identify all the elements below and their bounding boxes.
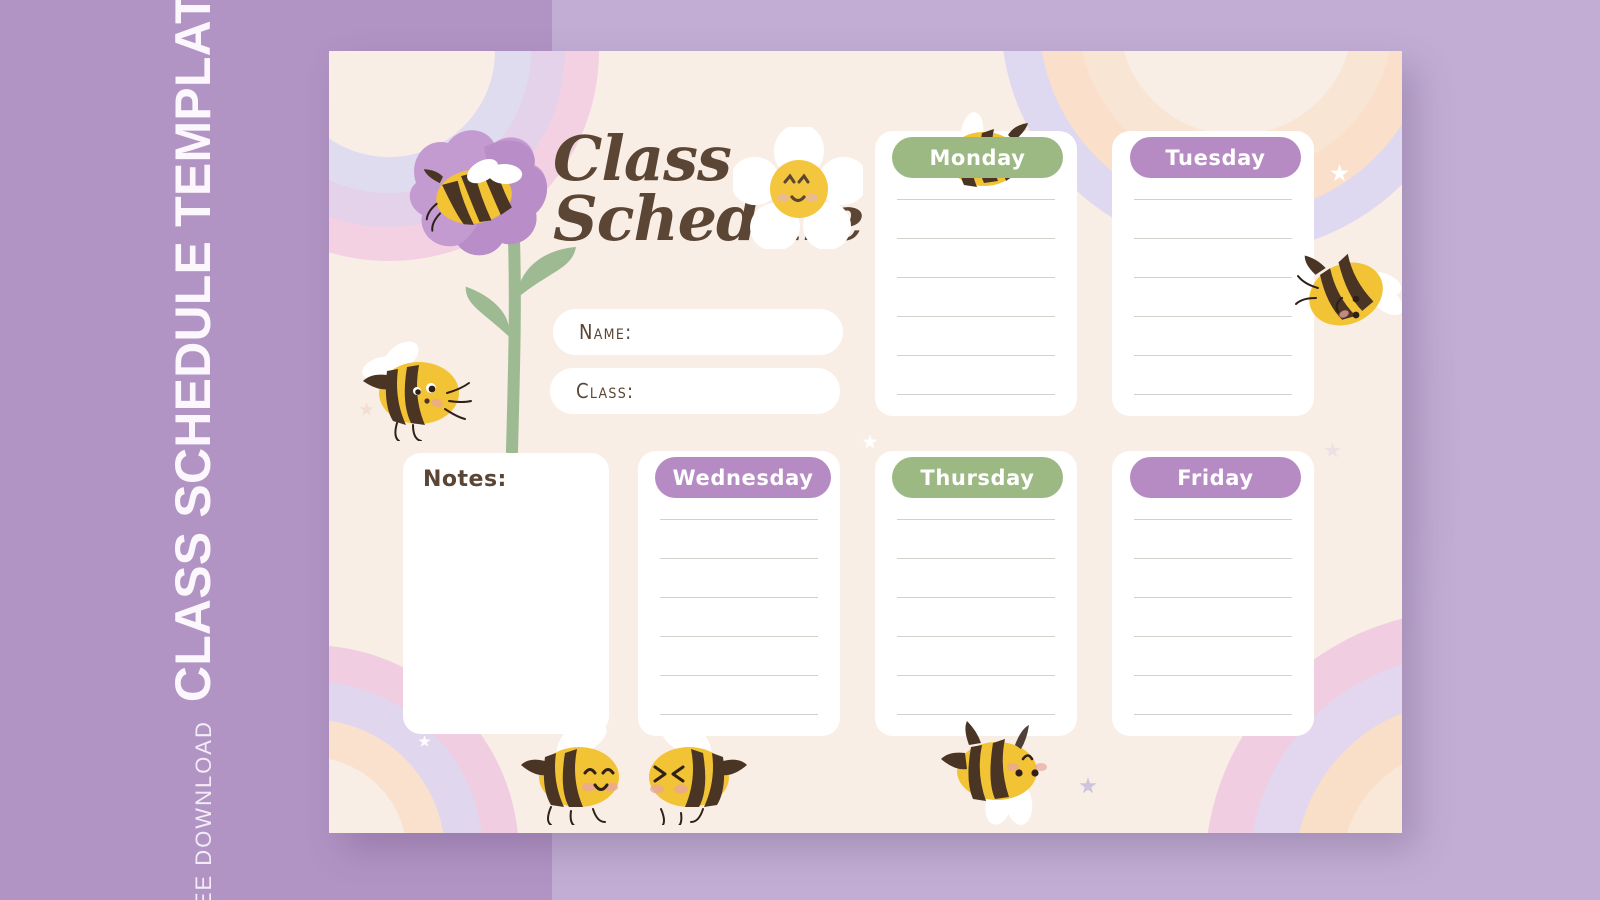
rule-line: [1134, 277, 1292, 278]
day-label-friday: Friday: [1177, 465, 1254, 490]
bee-left-icon: [362, 341, 472, 441]
rule-line: [897, 355, 1055, 356]
screenshot-root: FREE DOWNLOAD CLASS SCHEDULE TEMPLATE Cl…: [0, 0, 1600, 900]
ruled-lines-tuesday: [1134, 199, 1292, 395]
daisy-flower-icon: [733, 127, 863, 249]
name-field[interactable]: Name:: [553, 309, 843, 355]
sidebar-eyebrow: FREE DOWNLOAD: [191, 720, 216, 900]
day-header-friday[interactable]: Friday: [1130, 457, 1301, 498]
star-mid-center-icon: [862, 434, 878, 449]
rule-line: [897, 558, 1055, 559]
ruled-lines-friday: [1134, 519, 1292, 715]
star-bottom-right-icon: [1079, 777, 1097, 794]
day-label-wednesday: Wednesday: [672, 465, 814, 490]
sidebar-caption: FREE DOWNLOAD CLASS SCHEDULE TEMPLATE: [118, 0, 268, 900]
rule-line: [897, 597, 1055, 598]
class-field[interactable]: Class:: [550, 368, 840, 414]
bee-bottom-left-squint-icon: [649, 724, 747, 825]
star-bottom-left-icon: [418, 735, 431, 747]
rule-line: [897, 316, 1055, 317]
rule-line: [1134, 714, 1292, 715]
rule-line: [1134, 199, 1292, 200]
ruled-lines-thursday: [897, 519, 1055, 715]
star-top-right-icon: [1330, 164, 1349, 182]
rule-line: [897, 675, 1055, 676]
day-header-wednesday[interactable]: Wednesday: [655, 457, 831, 498]
rule-line: [1134, 394, 1292, 395]
rule-line: [660, 675, 818, 676]
class-schedule-poster: Class Schedule Monday Tuesday Wednesday …: [329, 51, 1402, 833]
star-mid-right-icon: [1324, 442, 1341, 458]
rule-line: [897, 519, 1055, 520]
bee-right-edge-icon: [1295, 253, 1402, 326]
rule-line: [1134, 316, 1292, 317]
bee-bottom-left-happy-icon: [521, 724, 619, 825]
rule-line: [897, 636, 1055, 637]
rule-line: [1134, 238, 1292, 239]
rule-line: [1134, 597, 1292, 598]
rule-line: [1134, 355, 1292, 356]
day-header-thursday[interactable]: Thursday: [892, 457, 1063, 498]
rule-line: [1134, 519, 1292, 520]
sidebar-title: CLASS SCHEDULE TEMPLATE: [165, 0, 221, 703]
day-header-monday[interactable]: Monday: [892, 137, 1063, 178]
name-field-label: Name:: [579, 320, 633, 344]
rule-line: [897, 277, 1055, 278]
notes-card[interactable]: Notes:: [403, 453, 609, 734]
class-field-label: Class:: [576, 379, 635, 403]
rule-line: [660, 636, 818, 637]
rule-line: [1134, 675, 1292, 676]
day-label-tuesday: Tuesday: [1165, 145, 1266, 170]
ruled-lines-wednesday: [660, 519, 818, 715]
rule-line: [660, 558, 818, 559]
rule-line: [1134, 636, 1292, 637]
rule-line: [1134, 558, 1292, 559]
bee-bottom-center-icon: [941, 721, 1047, 825]
rule-line: [897, 238, 1055, 239]
rule-line: [897, 199, 1055, 200]
notes-label: Notes:: [423, 467, 507, 492]
rule-line: [660, 597, 818, 598]
day-label-monday: Monday: [929, 145, 1026, 170]
day-label-thursday: Thursday: [920, 465, 1035, 490]
rule-line: [897, 394, 1055, 395]
ruled-lines-monday: [897, 199, 1055, 395]
day-header-tuesday[interactable]: Tuesday: [1130, 137, 1301, 178]
rule-line: [660, 519, 818, 520]
